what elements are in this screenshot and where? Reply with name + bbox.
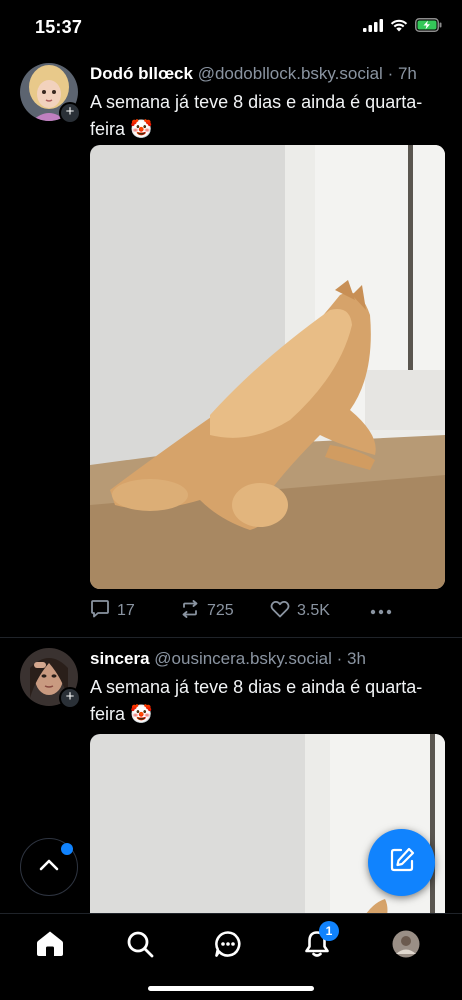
user-handle[interactable]: @ousincera.bsky.social	[154, 649, 332, 668]
scroll-to-top-button[interactable]	[20, 838, 78, 896]
post-actions: 17 725 3.5K	[90, 599, 445, 623]
reply-button[interactable]: 17	[90, 599, 180, 623]
signal-icon	[363, 18, 383, 37]
chat-icon	[214, 930, 242, 963]
feed-post[interactable]: + Dodó bllœck @dodobllock.bsky.social · …	[0, 54, 462, 638]
post-text: A semana já teve 8 dias e ainda é quarta…	[90, 92, 423, 139]
battery-charging-icon	[415, 18, 442, 37]
follow-plus-icon[interactable]: +	[59, 102, 81, 124]
repost-icon	[180, 599, 200, 623]
profile-avatar	[392, 930, 420, 963]
post-media-image[interactable]	[90, 734, 445, 924]
nav-profile[interactable]	[386, 929, 426, 963]
more-dots-icon	[370, 602, 392, 620]
nav-search[interactable]	[120, 929, 160, 963]
post-time: 3h	[347, 649, 366, 668]
status-icons	[363, 18, 442, 37]
repost-count: 725	[207, 602, 234, 619]
repost-button[interactable]: 725	[180, 599, 270, 623]
chevron-up-icon	[39, 858, 59, 876]
nav-notifications[interactable]: 1	[297, 921, 339, 963]
post-avatar[interactable]: +	[20, 63, 81, 124]
nav-chat[interactable]	[208, 929, 248, 963]
follow-plus-icon[interactable]: +	[59, 687, 81, 709]
more-options-button[interactable]	[370, 602, 392, 620]
home-icon	[36, 930, 64, 962]
user-handle[interactable]: @dodobllock.bsky.social	[198, 64, 383, 83]
heart-icon	[270, 600, 290, 623]
reply-icon	[90, 599, 110, 623]
post-time: 7h	[397, 64, 417, 83]
search-icon	[126, 930, 154, 963]
display-name[interactable]: sincera	[90, 649, 150, 668]
like-count: 3.5K	[297, 602, 330, 619]
compose-pencil-icon	[388, 846, 416, 879]
notification-badge: 1	[319, 921, 339, 941]
post-content: Dodó bllœck @dodobllock.bsky.social · 7h…	[90, 64, 445, 143]
post-media-image[interactable]	[90, 145, 445, 589]
post-text: A semana já teve 8 dias e ainda é quarta…	[90, 677, 423, 724]
home-indicator	[148, 986, 314, 991]
post-header: Dodó bllœck @dodobllock.bsky.social · 7h	[90, 64, 445, 84]
reply-count: 17	[117, 602, 135, 619]
new-posts-dot	[61, 843, 73, 855]
post-header: sincera @ousincera.bsky.social · 3h	[90, 649, 445, 669]
status-time: 15:37	[35, 17, 83, 37]
compose-button[interactable]	[368, 829, 435, 896]
status-bar: 15:37	[0, 0, 462, 54]
display-name[interactable]: Dodó bllœck	[90, 64, 193, 83]
separator-dot: ·	[336, 649, 343, 668]
wifi-icon	[390, 19, 408, 37]
like-button[interactable]: 3.5K	[270, 600, 370, 623]
nav-home[interactable]	[30, 929, 70, 963]
post-avatar[interactable]: +	[20, 648, 81, 709]
post-content: sincera @ousincera.bsky.social · 3h A se…	[90, 649, 445, 728]
separator-dot: ·	[387, 64, 394, 83]
